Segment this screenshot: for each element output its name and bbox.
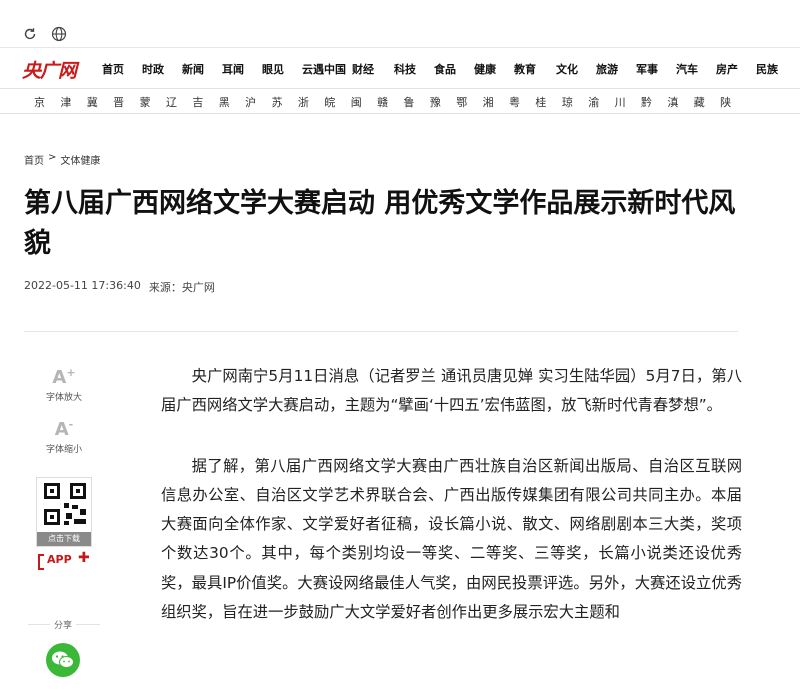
region-item[interactable]: 沪: [245, 94, 271, 110]
nav-list: 首页 时政 新闻 耳闻 眼见 云遇中国 财经 科技 食品 健康 教育 文化 旅游 军事 汽车 房产 民族: [102, 61, 796, 77]
region-item[interactable]: 京: [34, 94, 60, 110]
font-increase-label: 字体放大: [45, 393, 82, 403]
font-decrease-label: 字体缩小: [45, 445, 82, 455]
region-item[interactable]: 津: [60, 94, 86, 110]
region-item[interactable]: 粤: [509, 94, 535, 110]
region-item[interactable]: 浙: [298, 94, 324, 110]
nav-item[interactable]: 眼见: [262, 61, 302, 77]
breadcrumb: 首页 > 文体健康: [24, 152, 100, 167]
region-item[interactable]: 湘: [483, 94, 509, 110]
article-source: 来源：央广网: [148, 281, 215, 294]
nav-item[interactable]: 旅游: [596, 61, 636, 77]
breadcrumb-separator: >: [48, 152, 57, 163]
qr-code-icon: [44, 483, 86, 525]
font-increase-icon: A+: [52, 366, 76, 388]
nav-item[interactable]: 教育: [514, 61, 556, 77]
qr-download-label: 点击下载: [37, 532, 91, 546]
app-button[interactable]: APP ✚: [38, 550, 90, 572]
globe-icon[interactable]: [49, 24, 69, 44]
article-meta: 2022-05-11 17:36:40 来源：央广网: [24, 279, 215, 295]
region-item[interactable]: 赣: [377, 94, 403, 110]
nav-item[interactable]: 民族: [756, 61, 796, 77]
nav-item[interactable]: 文化: [556, 61, 596, 77]
region-item[interactable]: 吉: [192, 94, 218, 110]
nav-item[interactable]: 食品: [434, 61, 474, 77]
region-item[interactable]: 苏: [272, 94, 298, 110]
main-nav: 央广网 首页 时政 新闻 耳闻 眼见 云遇中国 财经 科技 食品 健康 教育 文化 旅游 军事 汽车 房产 民族: [0, 56, 800, 86]
region-item[interactable]: 冀: [87, 94, 113, 110]
region-item[interactable]: 黔: [641, 94, 667, 110]
font-decrease-icon: A-: [54, 418, 74, 440]
region-item[interactable]: 藏: [694, 94, 720, 110]
region-item[interactable]: 辽: [166, 94, 192, 110]
region-item[interactable]: 皖: [324, 94, 350, 110]
region-list: 京津冀晋蒙辽吉黑沪苏浙皖闽赣鲁豫鄂湘粤桂琼渝川黔滇藏陕: [34, 94, 747, 110]
breadcrumb-section[interactable]: 文体健康: [60, 152, 100, 167]
article-date: 2022-05-11 17:36:40: [24, 279, 141, 292]
breadcrumb-home[interactable]: 首页: [24, 152, 44, 167]
nav-item[interactable]: 汽车: [676, 61, 716, 77]
nav-item[interactable]: 首页: [102, 61, 142, 77]
header-divider: [24, 331, 738, 332]
region-item[interactable]: 闽: [351, 94, 377, 110]
region-item[interactable]: 渝: [588, 94, 614, 110]
nav-item[interactable]: 耳闻: [222, 61, 262, 77]
reload-icon[interactable]: [20, 24, 40, 44]
region-item[interactable]: 蒙: [140, 94, 166, 110]
wechat-icon: [52, 651, 74, 668]
nav-item[interactable]: 时政: [142, 61, 182, 77]
font-increase-button[interactable]: A+ 字体放大: [28, 366, 100, 403]
article-paragraph: 据了解，第八届广西网络文学大赛由广西壮族自治区新闻出版局、自治区互联网信息办公室…: [161, 456, 742, 622]
nav-item[interactable]: 健康: [474, 61, 514, 77]
font-decrease-button[interactable]: A- 字体缩小: [28, 418, 100, 455]
logo-text: 央广网: [22, 59, 77, 82]
region-item[interactable]: 桂: [535, 94, 561, 110]
region-item[interactable]: 黑: [219, 94, 245, 110]
region-item[interactable]: 陕: [720, 94, 746, 110]
region-item[interactable]: 晋: [113, 94, 139, 110]
article-body: 央广网南宁5月11日消息（记者罗兰 通讯员唐见婵 实习生陆华园）5月7日，第八届…: [161, 362, 742, 658]
app-download-qr[interactable]: 点击下载: [36, 477, 92, 547]
wechat-share-button[interactable]: [46, 643, 80, 677]
region-item[interactable]: 川: [615, 94, 641, 110]
region-item[interactable]: 滇: [667, 94, 693, 110]
article-title: 第八届广西网络文学大赛启动 用优秀文学作品展示新时代风貌: [24, 188, 736, 259]
nav-item[interactable]: 新闻: [182, 61, 222, 77]
article-paragraph: 央广网南宁5月11日消息（记者罗兰 通讯员唐见婵 实习生陆华园）5月7日，第八届…: [161, 367, 742, 415]
nav-item[interactable]: 科技: [394, 61, 434, 77]
region-item[interactable]: 鄂: [456, 94, 482, 110]
region-bar: 京津冀晋蒙辽吉黑沪苏浙皖闽赣鲁豫鄂湘粤桂琼渝川黔滇藏陕: [0, 88, 800, 114]
region-item[interactable]: 豫: [430, 94, 456, 110]
app-label: APP: [47, 553, 72, 566]
plus-icon: ✚: [78, 550, 90, 566]
nav-item[interactable]: 军事: [636, 61, 676, 77]
site-logo[interactable]: 央广网: [22, 56, 77, 82]
region-item[interactable]: 琼: [562, 94, 588, 110]
region-item[interactable]: 鲁: [403, 94, 429, 110]
nav-item[interactable]: 云遇中国: [302, 61, 352, 77]
nav-item[interactable]: 财经: [352, 61, 394, 77]
browser-toolbar: [0, 0, 800, 48]
share-label: 分享: [50, 618, 77, 631]
nav-item[interactable]: 房产: [716, 61, 756, 77]
app-bracket: [38, 554, 44, 570]
